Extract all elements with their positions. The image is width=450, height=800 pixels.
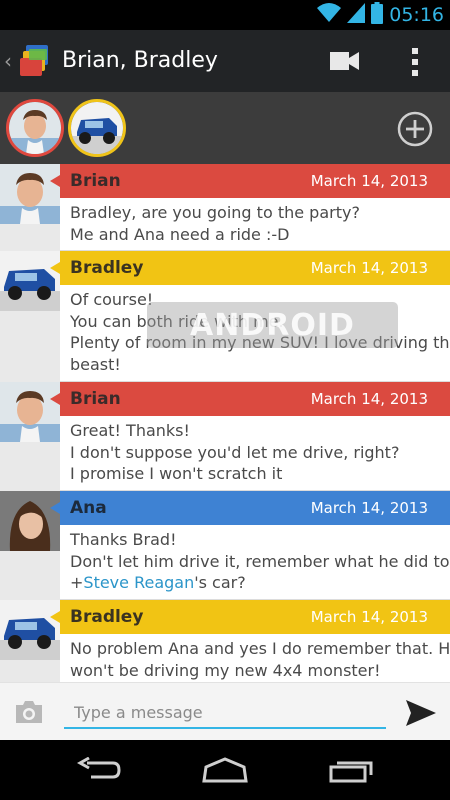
message-header: Ana March 14, 2013 xyxy=(50,491,450,525)
conversation-title: Brian, Bradley xyxy=(62,48,218,73)
message-header: Bradley March 14, 2013 xyxy=(50,251,450,285)
message-date: March 14, 2013 xyxy=(310,499,428,517)
home-icon xyxy=(202,757,248,783)
message-header: Brian March 14, 2013 xyxy=(50,382,450,416)
message-list[interactable]: Brian March 14, 2013 Bradley, are you go… xyxy=(0,164,450,682)
navigation-bar xyxy=(0,740,450,800)
sender-name: Bradley xyxy=(70,258,144,278)
recent-apps-icon xyxy=(329,761,373,783)
message-header: Bradley March 14, 2013 xyxy=(50,600,450,634)
message-body: Great! Thanks! I don't suppose you'd let… xyxy=(70,420,440,485)
header-notch xyxy=(50,502,60,514)
header-notch xyxy=(50,611,60,623)
message-line: Bradley, are you going to the party? xyxy=(70,203,360,222)
sender-name: Bradley xyxy=(70,607,144,627)
message-date: March 14, 2013 xyxy=(310,608,428,626)
avatar-gutter xyxy=(0,660,60,682)
message-date: March 14, 2013 xyxy=(310,390,428,408)
sender-name: Ana xyxy=(70,498,107,518)
mention-link[interactable]: Steve Reagan xyxy=(83,573,194,592)
status-bar: 05:16 xyxy=(0,0,450,30)
header-notch xyxy=(50,393,60,405)
overflow-menu-icon xyxy=(412,48,418,76)
mention-prefix: + xyxy=(70,573,84,593)
message-date: March 14, 2013 xyxy=(310,259,428,277)
message-line: Thanks Brad! xyxy=(70,530,177,549)
avatar[interactable] xyxy=(0,164,60,224)
message-line: I don't suppose you'd let me drive, righ… xyxy=(70,442,400,462)
avatar[interactable] xyxy=(0,491,60,551)
app-icon[interactable] xyxy=(20,45,52,79)
message-item: Bradley March 14, 2013 No problem Ana an… xyxy=(0,600,450,682)
sender-name: Brian xyxy=(70,171,121,191)
message-header: Brian March 14, 2013 xyxy=(50,164,450,198)
camera-icon xyxy=(16,701,42,723)
message-line: beast! xyxy=(70,354,121,374)
status-icons: 05:16 xyxy=(317,2,444,28)
message-line: Don't let him drive it, remember what he… xyxy=(70,551,450,571)
participant-avatar-brian[interactable] xyxy=(6,99,64,157)
add-participant-button[interactable] xyxy=(396,110,434,148)
message-line: No problem Ana and yes I do remember tha… xyxy=(70,639,450,658)
avatar[interactable] xyxy=(0,251,60,311)
message-input[interactable] xyxy=(64,697,386,729)
message-line: +Steve Reagan's car? xyxy=(70,572,440,594)
participants-strip xyxy=(0,92,450,164)
back-caret-icon[interactable]: ‹ xyxy=(4,49,12,73)
message-body: Bradley, are you going to the party? Me … xyxy=(70,202,440,245)
message-item: Brian March 14, 2013 Great! Thanks! I do… xyxy=(0,382,450,491)
avatar[interactable] xyxy=(0,382,60,442)
overflow-menu-button[interactable] xyxy=(398,42,432,82)
message-date: March 14, 2013 xyxy=(310,172,428,190)
send-button[interactable] xyxy=(404,698,438,728)
sender-name: Brian xyxy=(70,389,121,409)
avatar-gutter xyxy=(0,551,60,600)
avatar[interactable] xyxy=(0,600,60,660)
message-line: I promise I won't scratch it xyxy=(70,464,283,484)
message-line: won't be driving my new 4x4 monster! xyxy=(70,660,381,680)
message-item: Ana March 14, 2013 Thanks Brad! Don't le… xyxy=(0,491,450,600)
add-circle-icon xyxy=(397,111,433,147)
avatar-gutter xyxy=(0,311,60,382)
composer xyxy=(0,682,450,740)
participant-avatar-bradley[interactable] xyxy=(68,99,126,157)
header-notch xyxy=(50,175,60,187)
back-icon xyxy=(77,757,121,779)
header-notch xyxy=(50,262,60,274)
back-button[interactable] xyxy=(74,754,126,786)
watermark-text: ANDROID xyxy=(190,307,355,343)
avatar-gutter xyxy=(0,442,60,491)
video-call-icon xyxy=(330,52,359,70)
home-button[interactable] xyxy=(199,754,251,786)
wifi-icon xyxy=(317,3,342,27)
message-line: Great! Thanks! xyxy=(70,421,190,440)
message-item: Brian March 14, 2013 Bradley, are you go… xyxy=(0,164,450,251)
clock: 05:16 xyxy=(389,4,444,26)
recent-apps-button[interactable] xyxy=(326,754,378,786)
action-bar: ‹ Brian, Bradley xyxy=(0,30,450,92)
message-line: Me and Ana need a ride :-D xyxy=(70,224,290,244)
camera-button[interactable] xyxy=(14,699,44,725)
battery-icon xyxy=(371,2,384,28)
mention-suffix: 's car? xyxy=(194,573,246,593)
video-call-button[interactable] xyxy=(324,44,366,78)
avatar-gutter xyxy=(0,224,60,251)
signal-icon xyxy=(347,3,366,27)
message-body: Thanks Brad! Don't let him drive it, rem… xyxy=(70,529,450,594)
message-body: No problem Ana and yes I do remember tha… xyxy=(70,638,450,681)
watermark: ANDROID xyxy=(147,302,398,348)
send-icon xyxy=(406,700,436,726)
